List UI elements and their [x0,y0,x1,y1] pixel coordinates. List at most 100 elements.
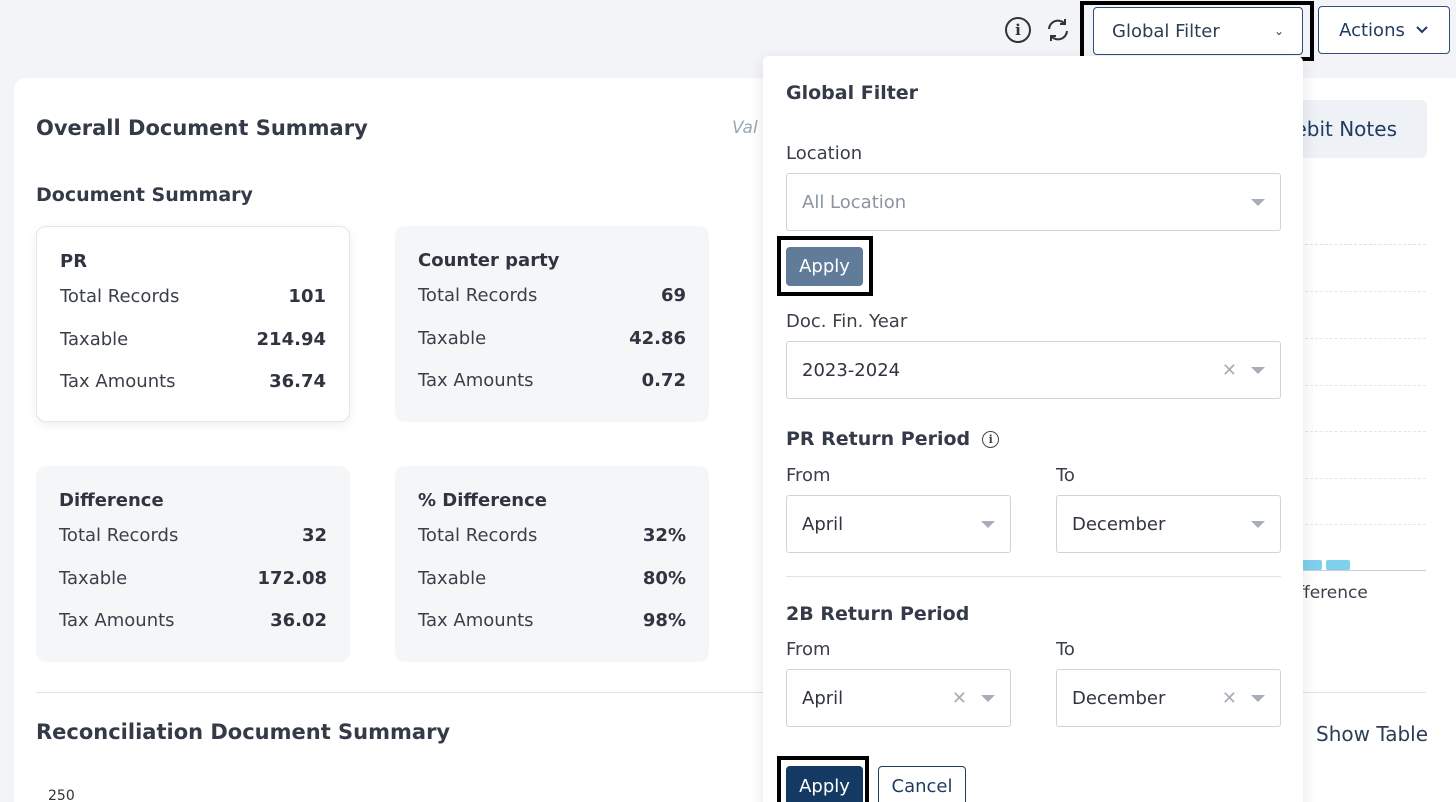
summary-row: Taxable 172.08 [59,568,327,611]
pr-to-label: To [1056,465,1075,486]
actions-label: Actions [1339,19,1405,41]
show-table-label: Show Table [1316,722,1429,746]
document-summary-title: Document Summary [36,184,253,206]
global-filter-label: Global Filter [1112,20,1220,42]
cancel-button[interactable]: Cancel [878,766,966,802]
caret-down-icon [1251,520,1265,528]
reconciliation-title: Reconciliation Document Summary [36,720,451,744]
grid-line [1300,524,1426,525]
summary-row: Total Records 32% [418,525,686,568]
fin-year-label: Doc. Fin. Year [786,311,908,332]
chart-bar [1300,560,1322,570]
chart-grid [1300,244,1426,570]
row-value: 36.02 [270,610,327,631]
chevron-down-icon: ⌄ [1273,24,1284,38]
row-value: 80% [642,567,686,589]
box-title: PR [60,251,88,272]
summary-row: Taxable 42.86 [418,328,686,371]
panel-divider [786,576,1281,577]
b2-to-label: To [1056,639,1075,660]
pr-to-select[interactable]: December [1056,495,1281,553]
chart-bar [1326,560,1350,570]
row-label: Total Records [418,525,538,546]
grid-line [1300,431,1426,432]
summary-row: Taxable 80% [418,568,686,611]
clear-icon[interactable]: ✕ [1222,688,1237,709]
row-value: 42.86 [629,327,686,349]
grid-line [1300,478,1426,479]
b2-from-select[interactable]: April ✕ [786,669,1011,727]
chevron-down-icon [1416,26,1428,34]
pr-to-value: December [1072,513,1166,535]
caret-down-icon [1251,366,1265,374]
summary-row: Total Records 32 [59,525,327,568]
summary-row: Taxable 214.94 [60,329,326,372]
axis-tick-label: 250 [48,788,75,802]
b2-return-period-label: 2B Return Period [786,603,970,625]
row-label: Total Records [418,285,538,306]
box-title: Difference [59,490,164,511]
b2-from-label: From [786,639,831,660]
location-label: Location [786,143,863,164]
row-value: 101 [288,286,326,307]
summary-row: Tax Amounts 98% [418,610,686,653]
row-label: Taxable [59,567,128,589]
caret-down-icon [1251,694,1265,702]
row-value: 32 [301,525,327,546]
clear-icon[interactable]: ✕ [952,688,967,709]
row-label: Taxable [60,328,129,350]
value-hint: Val [732,118,758,138]
info-button[interactable]: i [1004,16,1032,44]
row-label: Tax Amounts [59,610,175,631]
pr-from-value: April [802,513,844,535]
actions-button[interactable]: Actions [1318,6,1450,54]
pr-return-period-label: PR Return Period [786,428,971,450]
chart-category-label: fference [1298,583,1368,603]
refresh-button[interactable] [1044,16,1072,44]
row-label: Tax Amounts [60,371,176,392]
summary-row: Total Records 101 [60,286,326,329]
apply-location-button[interactable]: Apply [786,247,863,286]
row-label: Tax Amounts [418,370,534,391]
show-table-toggle[interactable]: Show Table [1300,722,1428,746]
location-select[interactable]: All Location [786,173,1281,231]
fin-year-select[interactable]: 2023-2024 ✕ [786,341,1281,399]
caret-down-icon [981,694,995,702]
summary-row: Tax Amounts 0.72 [418,370,686,413]
row-label: Taxable [418,567,487,589]
fin-year-value: 2023-2024 [802,359,901,381]
row-value: 36.74 [269,371,326,392]
row-label: Total Records [59,525,179,546]
b2-to-select[interactable]: December ✕ [1056,669,1281,727]
summary-box-percent-difference: % Difference Total Records 32% Taxable 80%… [395,466,709,662]
clear-icon[interactable]: ✕ [1222,360,1237,381]
grid-line [1300,385,1426,386]
summary-row: Total Records 69 [418,285,686,328]
box-title: Counter party [418,250,560,271]
summary-box-counter-party: Counter party Total Records 69 Taxable 42.… [395,226,709,422]
box-title: % Difference [418,490,547,511]
b2-from-value: April [802,687,844,709]
b2-return-period-title: 2B Return Period [786,603,969,625]
pr-from-label: From [786,465,831,486]
grid-line [1300,338,1426,339]
b2-to-value: December [1072,687,1166,709]
row-value: 98% [642,610,686,631]
row-value: 172.08 [257,567,327,589]
pr-return-period-title: PR Return Period i [786,428,1000,450]
apply-button[interactable]: Apply [786,766,863,802]
pr-from-select[interactable]: April [786,495,1011,553]
row-label: Tax Amounts [418,610,534,631]
info-icon[interactable]: i [982,430,1000,448]
global-filter-button[interactable]: Global Filter ⌄ [1093,7,1303,55]
refresh-icon [1048,19,1068,41]
row-value: 32% [642,525,686,546]
location-placeholder: All Location [802,191,907,213]
row-label: Total Records [60,286,180,307]
caret-down-icon [1251,198,1265,206]
grid-line [1300,291,1426,292]
row-label: Taxable [418,327,487,349]
panel-title: Global Filter [786,82,919,104]
info-icon: i [1005,17,1031,43]
caret-down-icon [981,520,995,528]
